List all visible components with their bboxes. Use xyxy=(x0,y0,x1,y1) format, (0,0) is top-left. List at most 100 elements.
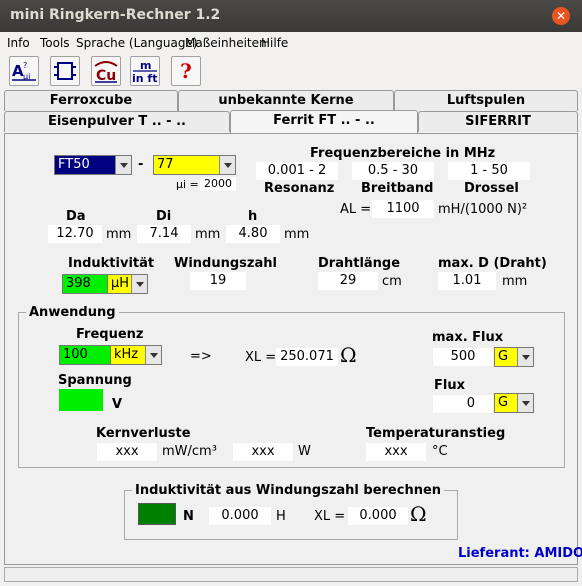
menu-units[interactable]: Maßeinheiten xyxy=(185,36,267,50)
voltage-label: Spannung xyxy=(58,373,132,388)
svg-text:?: ? xyxy=(23,61,27,70)
voltage-input[interactable] xyxy=(59,389,103,411)
tab-eisenpulver[interactable]: Eisenpulver T .. - .. xyxy=(4,111,230,132)
freq-breitband-label: Breitband xyxy=(361,181,434,196)
menu-help[interactable]: Hilfe xyxy=(261,36,288,50)
h-label: h xyxy=(248,209,258,224)
power-loss-value: xxx xyxy=(233,443,293,461)
inductance-value: 398 xyxy=(66,276,91,291)
core-separator: - xyxy=(138,157,144,172)
max-diameter-label: max. D (Draht) xyxy=(438,256,547,271)
windung-legend: Induktivität aus Windungszahl berechnen xyxy=(132,483,445,498)
turns-label: Windungszahl xyxy=(174,256,277,271)
anwendung-legend: Anwendung xyxy=(26,305,119,320)
window-title: mini Ringkern-Rechner 1.2 xyxy=(10,7,221,23)
menubar: Info Tools Sprache (Language) Maßeinheit… xyxy=(0,33,582,53)
tab-ferroxcube[interactable]: Ferroxcube xyxy=(4,90,178,111)
chevron-down-icon[interactable] xyxy=(517,394,533,412)
wire-length-value: 29 xyxy=(318,272,378,290)
di-label: Di xyxy=(156,209,172,224)
da-unit: mm xyxy=(106,227,132,242)
menu-tools[interactable]: Tools xyxy=(40,36,70,50)
core-loss-label: Kernverluste xyxy=(96,426,191,441)
ohm-icon: Ω xyxy=(410,502,427,526)
core-type-select[interactable]: FT50 xyxy=(54,155,132,175)
freq-resonanz-label: Resonanz xyxy=(264,181,335,196)
freq-resonanz-value: 0.001 - 2 xyxy=(256,162,338,180)
core-material-select[interactable]: 77 xyxy=(153,155,236,175)
power-loss-unit: W xyxy=(298,444,311,459)
menu-language[interactable]: Sprache (Language) xyxy=(76,36,198,50)
max-flux-value: 500 xyxy=(433,348,493,366)
chevron-down-icon[interactable] xyxy=(517,348,533,366)
flux-unit: G xyxy=(498,395,509,410)
toolbar: A ? μi Cu m in ft ? xyxy=(0,53,582,88)
status-bar xyxy=(4,567,578,582)
mui-label: μi = xyxy=(176,178,199,191)
inductance-input[interactable]: 398 μH xyxy=(62,274,148,294)
chevron-down-icon[interactable] xyxy=(219,156,235,174)
al-unit: mH/(1000 N)² xyxy=(438,202,528,217)
inductance-unit: μH xyxy=(107,275,131,293)
freq-drossel-value: 1 - 50 xyxy=(448,162,530,180)
max-flux-unit-select[interactable]: G xyxy=(494,347,534,367)
tab-luftspulen[interactable]: Luftspulen xyxy=(394,90,578,111)
inductance-h-label: H xyxy=(276,509,286,524)
voltage-unit: V xyxy=(112,397,123,412)
chevron-down-icon[interactable] xyxy=(131,275,147,293)
max-flux-unit: G xyxy=(498,349,509,364)
chevron-down-icon[interactable] xyxy=(115,156,131,174)
da-value: 12.70 xyxy=(48,225,102,243)
max-flux-label: max. Flux xyxy=(432,330,504,345)
help-icon[interactable]: ? xyxy=(171,56,201,86)
flux-label: Flux xyxy=(434,378,465,393)
windung-xl-label: XL = xyxy=(314,509,346,524)
core-type-value: FT50 xyxy=(58,157,90,172)
freq-breitband-value: 0.5 - 30 xyxy=(352,162,434,180)
inductance-ring-icon[interactable]: A ? μi xyxy=(9,56,39,86)
temp-rise-value: xxx xyxy=(366,443,426,461)
freq-drossel-label: Drossel xyxy=(464,181,519,196)
max-diameter-value: 1.01 xyxy=(438,272,496,290)
tab-unbekannte-kerne[interactable]: unbekannte Kerne xyxy=(178,90,394,111)
xl-value: 250.071 xyxy=(276,348,338,366)
h-unit: mm xyxy=(284,227,310,242)
core-loss-value: xxx xyxy=(97,443,157,461)
core-material-value: 77 xyxy=(157,157,174,172)
copper-icon[interactable]: Cu xyxy=(91,56,121,86)
frequency-label: Frequenz xyxy=(76,327,144,342)
svg-text:in ft: in ft xyxy=(132,72,157,84)
turns-value[interactable]: 19 xyxy=(190,272,246,290)
da-label: Da xyxy=(66,209,86,224)
di-unit: mm xyxy=(195,227,221,242)
frequency-value: 100 xyxy=(63,347,88,362)
units-icon[interactable]: m in ft xyxy=(130,56,160,86)
coil-icon[interactable] xyxy=(50,56,80,86)
al-value: 1100 xyxy=(372,200,434,218)
temp-rise-unit: °C xyxy=(432,444,448,459)
max-diameter-unit: mm xyxy=(502,274,528,289)
chevron-down-icon[interactable] xyxy=(145,346,161,364)
turns-n-label: N xyxy=(183,509,194,524)
frequency-input[interactable]: 100 kHz xyxy=(59,345,162,365)
svg-text:m: m xyxy=(140,59,151,72)
close-icon[interactable]: ✕ xyxy=(552,7,570,25)
al-label: AL = xyxy=(340,202,372,217)
wire-length-label: Drahtlänge xyxy=(318,256,401,271)
wire-length-unit: cm xyxy=(382,274,402,289)
turns-input[interactable] xyxy=(138,503,176,525)
tab-siferrit[interactable]: SIFERRIT xyxy=(418,111,578,132)
menu-info[interactable]: Info xyxy=(7,36,30,50)
supplier-label: Lieferant: AMIDON xyxy=(458,546,582,561)
windung-xl-value: 0.000 xyxy=(348,507,408,525)
xl-label: XL = xyxy=(245,350,277,365)
inductance-label: Induktivität xyxy=(68,256,155,271)
frequency-unit: kHz xyxy=(110,346,145,364)
di-value: 7.14 xyxy=(137,225,191,243)
inductance-h-value: 0.000 xyxy=(209,507,271,525)
flux-unit-select[interactable]: G xyxy=(494,393,534,413)
tab-ferrit[interactable]: Ferrit FT .. - .. xyxy=(230,110,418,133)
core-loss-unit: mW/cm³ xyxy=(162,444,217,459)
mui-value: 2000 xyxy=(200,177,236,191)
ohm-icon: Ω xyxy=(340,343,357,367)
